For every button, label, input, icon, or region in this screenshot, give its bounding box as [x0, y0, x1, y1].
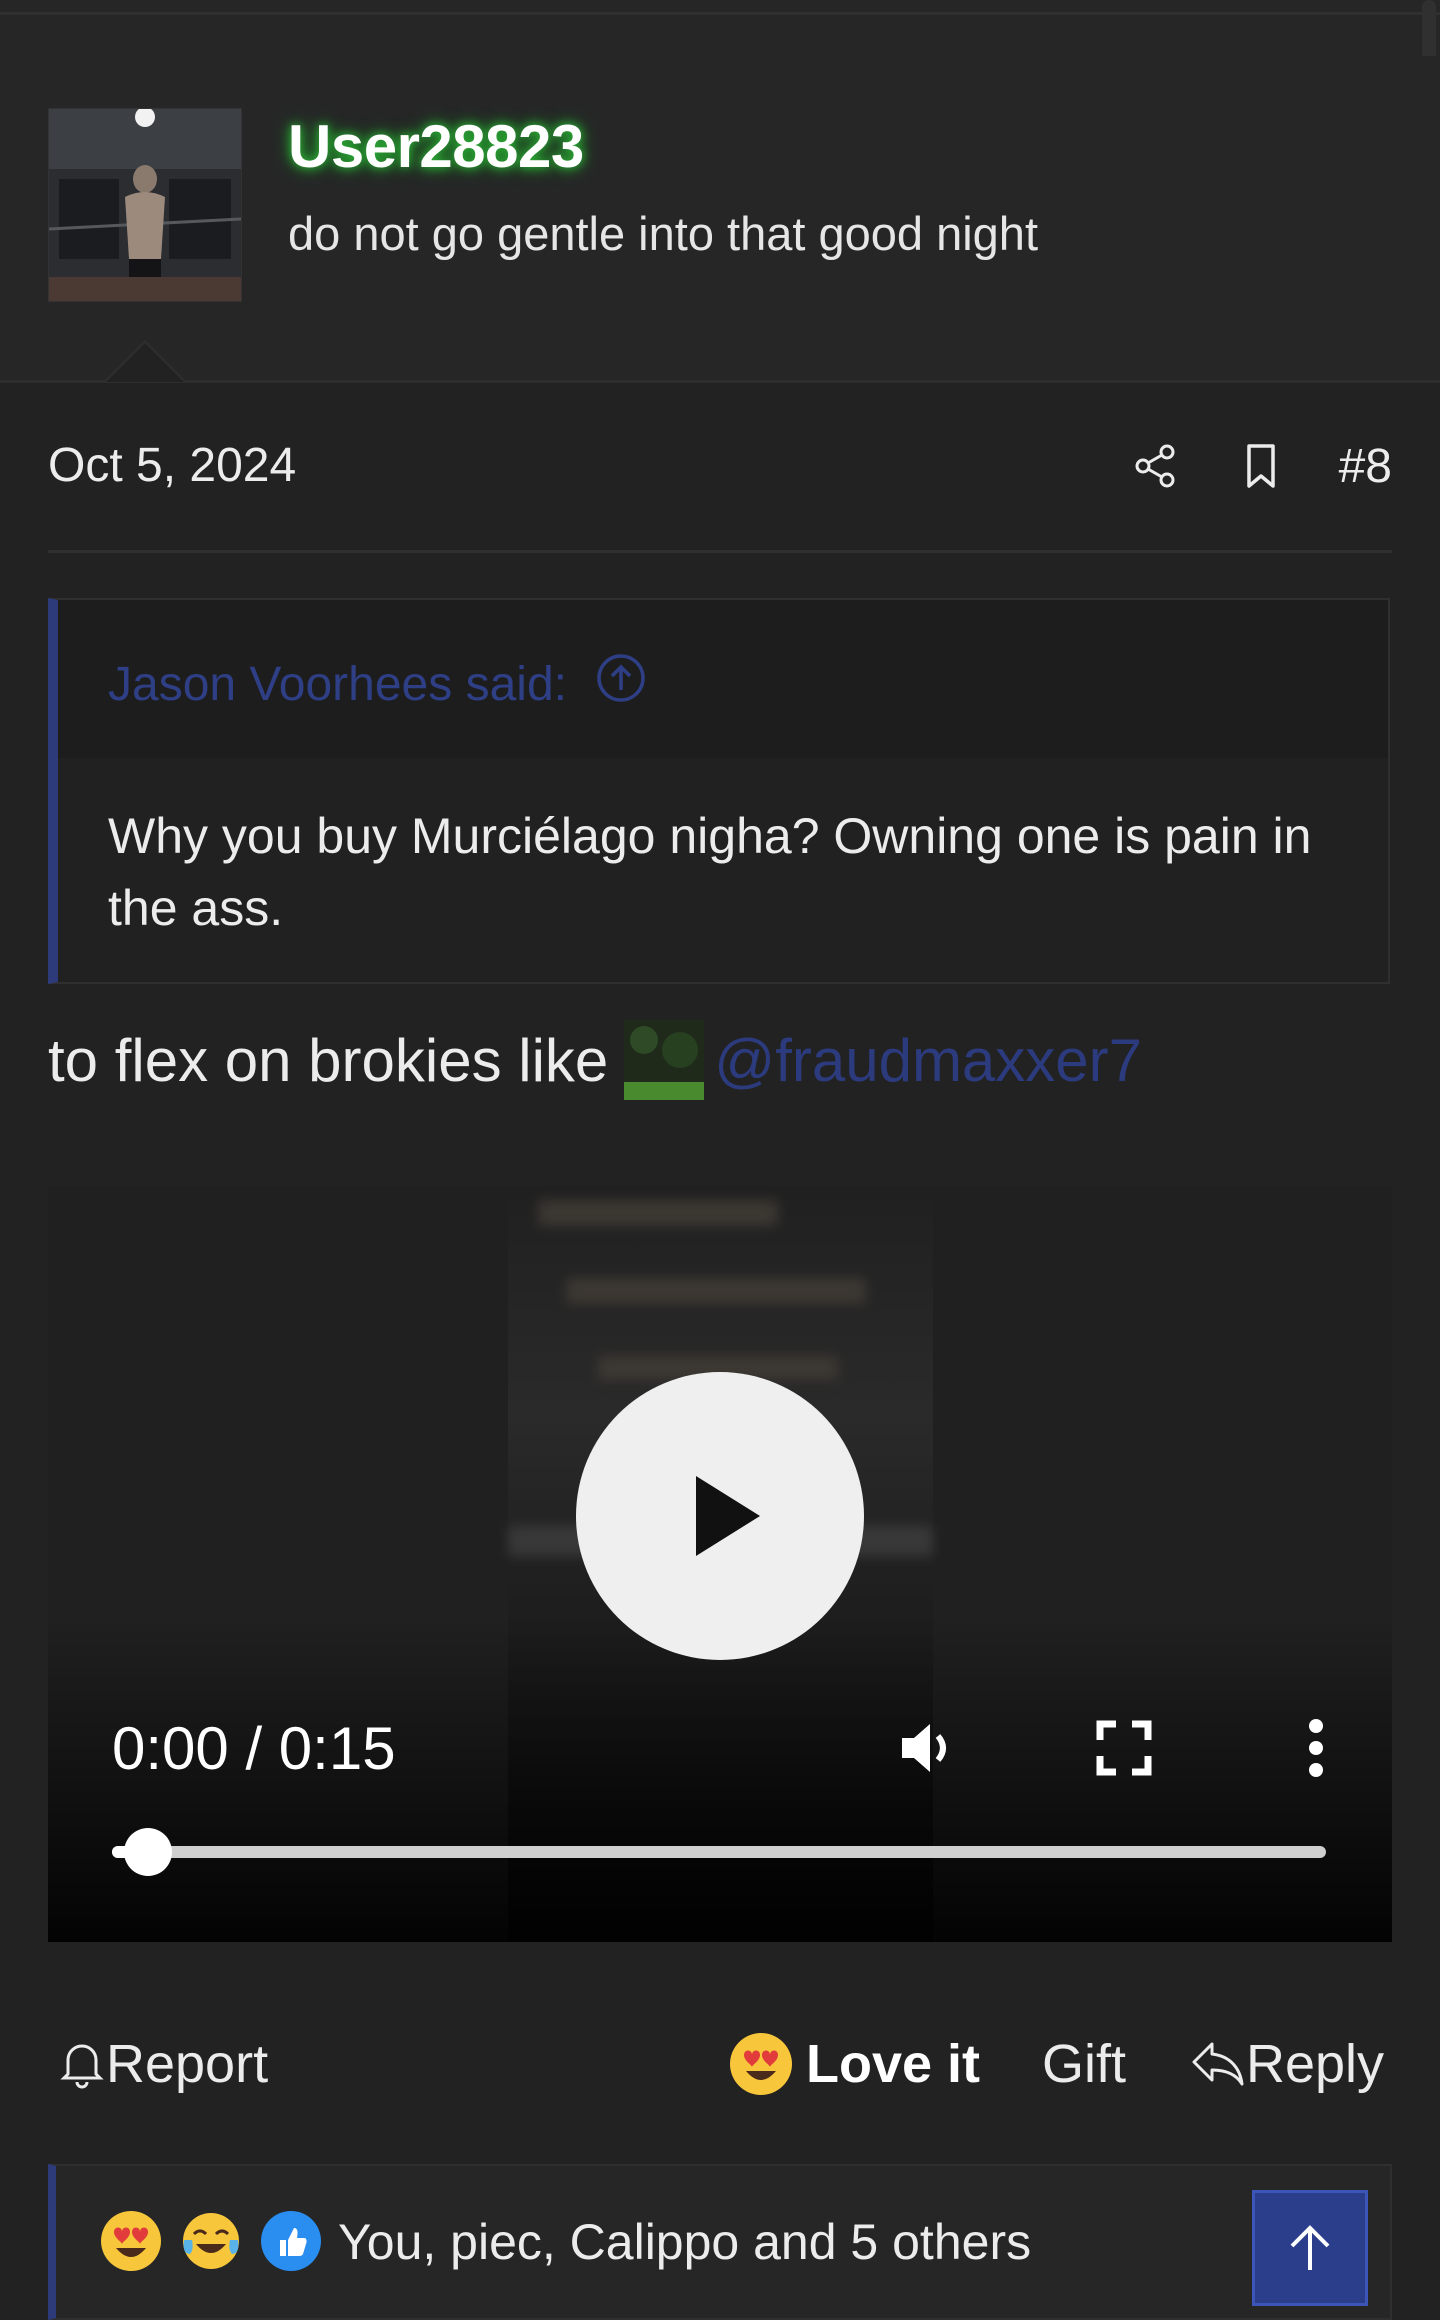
video-player[interactable]: 0:00 / 0:15: [48, 1186, 1392, 1942]
more-options-icon[interactable]: [1284, 1716, 1348, 1780]
user-avatar[interactable]: [48, 108, 242, 302]
arrow-up-circle-icon[interactable]: [595, 652, 647, 716]
heart-eyes-emoji-icon: [730, 2033, 792, 2095]
reply-icon: [1192, 2042, 1244, 2086]
video-progress-bar[interactable]: [112, 1828, 1326, 1876]
bell-icon: [60, 2044, 104, 2089]
post-body: to flex on brokies like @fraudmaxxer7: [48, 1020, 1142, 1100]
quote-block: Jason Voorhees said: Why you buy Murciél…: [48, 598, 1390, 984]
arrow-up-icon: [1290, 2225, 1330, 2270]
post-user-header: User28823 do not go gentle into that goo…: [0, 56, 1440, 383]
play-button[interactable]: [576, 1372, 864, 1660]
report-button[interactable]: Report: [58, 2024, 268, 2104]
reactions-summary[interactable]: You, piec, Calippo and 5 others: [338, 2210, 1031, 2274]
bookmark-icon[interactable]: [1233, 438, 1289, 494]
reactions-bar[interactable]: You, piec, Calippo and 5 others: [48, 2164, 1392, 2320]
volume-icon[interactable]: [898, 1716, 962, 1780]
gift-label: Gift: [1042, 2034, 1127, 2094]
post-actions: Report Love it Gift Reply: [48, 2024, 1392, 2104]
reply-button[interactable]: Reply: [1190, 2024, 1384, 2104]
play-icon: [696, 1476, 760, 1556]
scroll-to-top-button[interactable]: [1252, 2190, 1368, 2306]
quote-author-link[interactable]: Jason Voorhees said:: [108, 652, 647, 716]
tears-of-joy-emoji-icon: [180, 2210, 242, 2272]
post-number-link[interactable]: #8: [1339, 439, 1392, 494]
post-date[interactable]: Oct 5, 2024: [48, 438, 296, 493]
quote-body: Why you buy Murciélago nigha? Owning one…: [108, 808, 1312, 936]
quote-author: Jason Voorhees said:: [108, 657, 567, 711]
post-meta: Oct 5, 2024 #8: [48, 430, 1392, 553]
thumbs-up-emoji-icon: [260, 2210, 322, 2272]
reply-label: Reply: [1246, 2034, 1385, 2094]
fullscreen-icon[interactable]: [1092, 1716, 1156, 1780]
report-label: Report: [106, 2034, 269, 2094]
gift-button[interactable]: Gift: [1042, 2024, 1126, 2104]
share-icon[interactable]: [1127, 438, 1183, 494]
user-mention-link[interactable]: @fraudmaxxer7: [714, 1026, 1142, 1095]
love-it-label: Love it: [806, 2034, 981, 2094]
heart-eyes-emoji-icon: [100, 2210, 162, 2272]
video-time: 0:00 / 0:15: [112, 1715, 396, 1782]
mention-avatar: [624, 1020, 705, 1100]
top-bar: [0, 0, 1440, 58]
user-title: do not go gentle into that good night: [288, 207, 1039, 260]
post-body-text: to flex on brokies like: [48, 1026, 609, 1094]
love-it-button[interactable]: Love it: [730, 2024, 980, 2104]
username[interactable]: User28823: [288, 112, 584, 181]
